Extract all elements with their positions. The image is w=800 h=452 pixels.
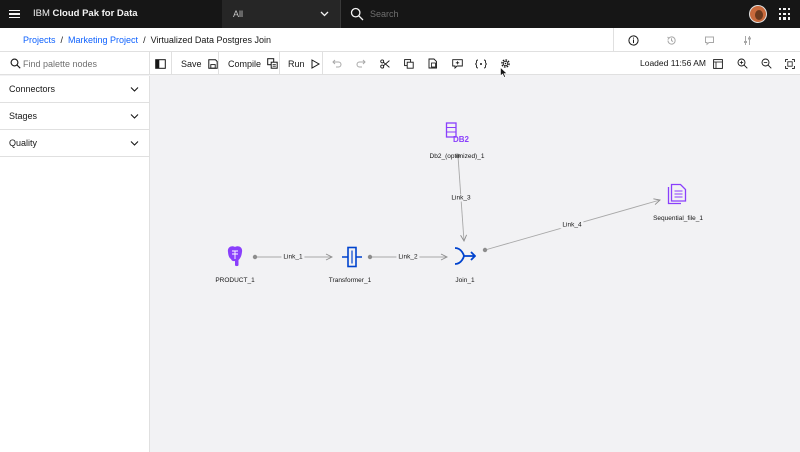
last-loaded-status: Loaded 11:56 AM bbox=[640, 58, 707, 68]
transformer-icon[interactable] bbox=[341, 246, 363, 268]
play-icon bbox=[311, 58, 320, 69]
node-label-join: Join_1 bbox=[455, 277, 475, 284]
chat-icon bbox=[704, 36, 714, 45]
search-icon bbox=[10, 58, 21, 69]
run-button[interactable]: Run bbox=[281, 52, 323, 75]
copy-button[interactable] bbox=[397, 52, 421, 75]
link-label-1[interactable]: Link_1 bbox=[281, 253, 305, 261]
link-label-3[interactable]: Link_3 bbox=[449, 194, 473, 202]
view-tools bbox=[706, 52, 800, 75]
brand-name: Cloud Pak for Data bbox=[52, 8, 138, 19]
run-label: Run bbox=[288, 58, 305, 69]
edit-tools bbox=[325, 52, 517, 75]
palette-section-quality[interactable]: Quality bbox=[0, 130, 149, 157]
flow-toolbar: Save Compile Run bbox=[0, 52, 800, 75]
node-label-sequential-file: Sequential_file_1 bbox=[653, 215, 703, 222]
palette-section-connectors[interactable]: Connectors bbox=[0, 76, 149, 103]
save-icon bbox=[207, 58, 218, 69]
version-history-button[interactable] bbox=[652, 28, 690, 52]
compile-icon bbox=[267, 58, 278, 69]
search-scope-value: All bbox=[233, 9, 244, 19]
user-avatar[interactable] bbox=[749, 5, 767, 23]
save-label: Save bbox=[181, 58, 202, 69]
app-switcher-icon[interactable] bbox=[779, 8, 791, 20]
flow-canvas[interactable]: PRODUCT_1 Transformer_1 Join_1 DB2 Db2_(… bbox=[151, 76, 800, 452]
zoom-in-icon bbox=[737, 58, 748, 69]
summary-panel-button[interactable] bbox=[706, 52, 730, 75]
document-icon[interactable] bbox=[666, 183, 688, 205]
breadcrumb-separator: / bbox=[60, 35, 64, 45]
search-icon bbox=[350, 7, 364, 21]
summary-icon bbox=[713, 58, 723, 69]
redo-icon bbox=[356, 59, 366, 68]
product-name[interactable]: IBM Cloud Pak for Data bbox=[33, 0, 138, 28]
compile-label: Compile bbox=[228, 58, 262, 69]
chevron-down-icon bbox=[130, 114, 139, 119]
breadcrumb-separator: / bbox=[143, 35, 146, 45]
palette-search bbox=[0, 52, 150, 75]
fit-to-screen-button[interactable] bbox=[778, 52, 800, 75]
link-label-2[interactable]: Link_2 bbox=[396, 253, 420, 261]
zoom-out-button[interactable] bbox=[754, 52, 778, 75]
node-palette: Connectors Stages Quality bbox=[0, 76, 150, 452]
hamburger-menu-icon[interactable] bbox=[0, 0, 28, 28]
postgresql-icon[interactable] bbox=[223, 244, 247, 268]
settings-sliders-button[interactable] bbox=[728, 28, 766, 52]
node-label-db2: Db2_(optimized)_1 bbox=[429, 153, 485, 160]
cut-button[interactable] bbox=[373, 52, 397, 75]
breadcrumb-bar: Projects / Marketing Project / Virtualized D… bbox=[0, 28, 800, 52]
history-icon bbox=[666, 35, 676, 45]
link-label-4[interactable]: Link_4 bbox=[560, 221, 584, 229]
zoom-out-icon bbox=[761, 58, 772, 69]
save-button[interactable]: Save bbox=[173, 52, 219, 75]
scissors-icon bbox=[380, 58, 390, 69]
chevron-down-icon bbox=[130, 87, 139, 92]
information-button[interactable] bbox=[614, 28, 652, 52]
zoom-in-button[interactable] bbox=[730, 52, 754, 75]
copy-icon bbox=[404, 58, 414, 69]
compile-button[interactable]: Compile bbox=[220, 52, 280, 75]
information-icon bbox=[627, 34, 639, 46]
node-label-product: PRODUCT_1 bbox=[215, 277, 255, 284]
palette-section-label: Stages bbox=[9, 111, 38, 121]
breadcrumb-marketing-project[interactable]: Marketing Project bbox=[68, 35, 138, 45]
palette-search-input[interactable] bbox=[23, 55, 145, 72]
comments-button[interactable] bbox=[690, 28, 728, 52]
palette-section-label: Quality bbox=[9, 138, 38, 148]
redo-button[interactable] bbox=[349, 52, 373, 75]
fit-to-screen-icon bbox=[785, 58, 795, 69]
global-search bbox=[342, 0, 744, 28]
palette-section-label: Connectors bbox=[9, 84, 56, 94]
toggle-palette-button[interactable] bbox=[150, 52, 172, 75]
parameters-icon bbox=[475, 59, 487, 68]
add-comment-button[interactable] bbox=[445, 52, 469, 75]
join-icon[interactable] bbox=[454, 245, 476, 267]
breadcrumb-projects[interactable]: Projects bbox=[23, 35, 56, 45]
mouse-cursor-icon bbox=[500, 67, 508, 78]
undo-icon bbox=[332, 59, 342, 68]
sliders-icon bbox=[743, 35, 751, 45]
db2-icon[interactable]: DB2 bbox=[444, 121, 470, 145]
brand-prefix: IBM bbox=[33, 8, 53, 19]
global-search-input[interactable] bbox=[370, 4, 730, 24]
add-comment-icon bbox=[451, 58, 463, 69]
svg-text:DB2: DB2 bbox=[453, 135, 470, 144]
node-label-transformer: Transformer_1 bbox=[328, 277, 372, 284]
parameters-button[interactable] bbox=[469, 52, 493, 75]
paste-icon bbox=[428, 58, 437, 69]
palette-section-stages[interactable]: Stages bbox=[0, 103, 149, 130]
chevron-down-icon bbox=[320, 11, 329, 17]
top-header: IBM Cloud Pak for Data All bbox=[0, 0, 800, 28]
search-scope-dropdown[interactable]: All bbox=[222, 0, 341, 28]
paste-button[interactable] bbox=[421, 52, 445, 75]
project-actions bbox=[613, 28, 766, 52]
undo-button[interactable] bbox=[325, 52, 349, 75]
chevron-down-icon bbox=[130, 141, 139, 146]
breadcrumb: Projects / Marketing Project / Virtualized D… bbox=[23, 28, 271, 52]
breadcrumb-current: Virtualized Data Postgres Join bbox=[150, 35, 271, 45]
side-panel-icon bbox=[155, 58, 166, 69]
